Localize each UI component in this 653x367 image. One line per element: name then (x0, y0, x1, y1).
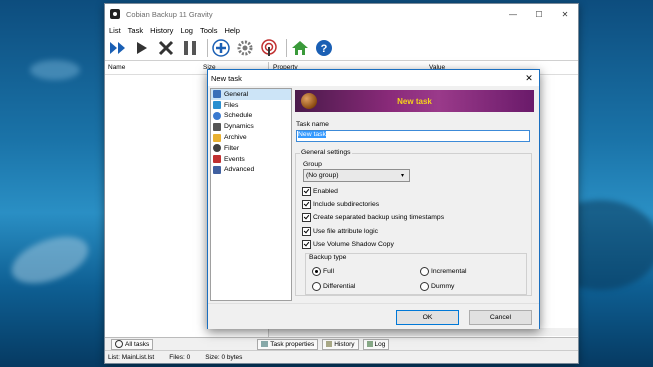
chevron-down-icon: ▾ (401, 173, 405, 179)
tree-item-files[interactable]: Files (211, 100, 291, 111)
ok-button[interactable]: OK (396, 310, 459, 325)
run-all-icon[interactable] (108, 38, 128, 58)
svg-text:?: ? (321, 43, 328, 55)
menu-log[interactable]: Log (180, 26, 193, 35)
column-name[interactable]: Name (108, 64, 125, 71)
status-size: Size: 0 bytes (205, 353, 243, 361)
new-task-dialog: New task ✕ General Files Schedule Dynami… (207, 69, 540, 329)
banner-title: New task (397, 96, 432, 106)
checkbox-box (302, 240, 311, 249)
radio-dot (420, 267, 429, 276)
tree-item-general[interactable]: General (211, 89, 291, 100)
dialog-title: New task (211, 73, 242, 83)
menu-task[interactable]: Task (128, 26, 143, 35)
status-bar: List: MainList.lst Files: 0 Size: 0 byte… (105, 350, 578, 363)
group-select[interactable]: (No group) ▾ (303, 169, 410, 182)
status-files: Files: 0 (169, 353, 191, 361)
menu-bar: List Task History Log Tools Help (105, 24, 578, 36)
tree-item-archive[interactable]: Archive (211, 132, 291, 143)
enabled-checkbox[interactable]: Enabled (302, 187, 338, 196)
file-attribute-checkbox[interactable]: Use file attribute logic (302, 227, 378, 236)
checkbox-box (302, 227, 311, 236)
backup-type-label: Backup type (309, 254, 347, 261)
cancel-button[interactable]: Cancel (469, 310, 532, 325)
app-logo-icon (110, 9, 120, 19)
archive-icon (213, 133, 221, 142)
menu-history[interactable]: History (150, 26, 173, 35)
help-icon[interactable]: ? (314, 38, 334, 58)
general-icon (213, 90, 221, 99)
dialog-title-bar: New task ✕ (208, 70, 539, 86)
status-list: List: MainList.lst (108, 353, 155, 361)
banner: New task (295, 90, 534, 112)
advanced-icon (213, 165, 221, 174)
toolbar-separator (207, 39, 208, 57)
tab-log[interactable]: Log (362, 338, 390, 350)
schedule-icon (213, 111, 221, 120)
run-icon[interactable] (132, 38, 152, 58)
antenna-icon[interactable] (259, 38, 279, 58)
cancel-icon[interactable] (156, 38, 176, 58)
dialog-close-button[interactable]: ✕ (519, 73, 539, 84)
tab-history[interactable]: History (322, 338, 359, 350)
general-settings-label: General settings (300, 149, 352, 156)
radio-dot (420, 282, 429, 291)
backup-type-differential-radio[interactable]: Differential (312, 282, 355, 291)
log-icon (366, 341, 373, 347)
backup-type-incremental-radio[interactable]: Incremental (420, 267, 467, 276)
toolbar-separator (286, 39, 287, 57)
checkbox-box (302, 200, 311, 209)
menu-tools[interactable]: Tools (200, 26, 218, 35)
tab-task-properties[interactable]: Task properties (257, 338, 319, 350)
tab-all-tasks[interactable]: All tasks (111, 338, 154, 350)
horizontal-scrollbar[interactable] (269, 328, 578, 336)
files-icon (213, 101, 221, 110)
dynamics-icon (213, 122, 221, 131)
home-icon[interactable] (290, 38, 310, 58)
menu-help[interactable]: Help (224, 26, 239, 35)
menu-list[interactable]: List (109, 26, 121, 35)
pause-icon[interactable] (180, 38, 200, 58)
events-icon (213, 155, 221, 164)
toolbar: ? (105, 36, 578, 61)
bottom-tab-bar: All tasks Task properties History Log (105, 337, 578, 350)
dialog-footer: OK Cancel (208, 303, 539, 329)
background-fish (30, 60, 80, 80)
filter-icon (213, 144, 221, 153)
task-name-input[interactable]: New task (296, 130, 530, 142)
group-label: Group (303, 161, 322, 168)
separated-backup-checkbox[interactable]: Create separated backup using timestamps (302, 213, 444, 222)
volume-shadow-copy-checkbox[interactable]: Use Volume Shadow Copy (302, 240, 394, 249)
settings-icon[interactable] (235, 38, 255, 58)
properties-icon (261, 341, 269, 347)
add-task-icon[interactable] (211, 38, 231, 58)
banner-sphere-icon (301, 93, 317, 109)
title-bar: Cobian Backup 11 Gravity — ☐ ✕ (105, 4, 578, 24)
radio-dot (312, 282, 321, 291)
checkbox-box (302, 213, 311, 222)
history-icon (326, 341, 333, 347)
backup-type-full-radio[interactable]: Full (312, 267, 334, 276)
backup-type-dummy-radio[interactable]: Dummy (420, 282, 454, 291)
window-title: Cobian Backup 11 Gravity (126, 9, 213, 19)
tree-item-dynamics[interactable]: Dynamics (211, 121, 291, 132)
tree-item-filter[interactable]: Filter (211, 143, 291, 154)
close-button[interactable]: ✕ (552, 10, 578, 19)
clock-icon (115, 340, 123, 348)
checkbox-box (302, 187, 311, 196)
tree-item-schedule[interactable]: Schedule (211, 111, 291, 122)
radio-dot (312, 267, 321, 276)
tree-item-events[interactable]: Events (211, 154, 291, 165)
background-fish (5, 227, 95, 293)
task-name-label: Task name (296, 121, 329, 128)
maximize-button[interactable]: ☐ (526, 10, 552, 19)
settings-tree: General Files Schedule Dynamics Archive … (210, 88, 292, 301)
tree-item-advanced[interactable]: Advanced (211, 165, 291, 176)
minimize-button[interactable]: — (500, 10, 526, 19)
include-subdirectories-checkbox[interactable]: Include subdirectories (302, 200, 379, 209)
